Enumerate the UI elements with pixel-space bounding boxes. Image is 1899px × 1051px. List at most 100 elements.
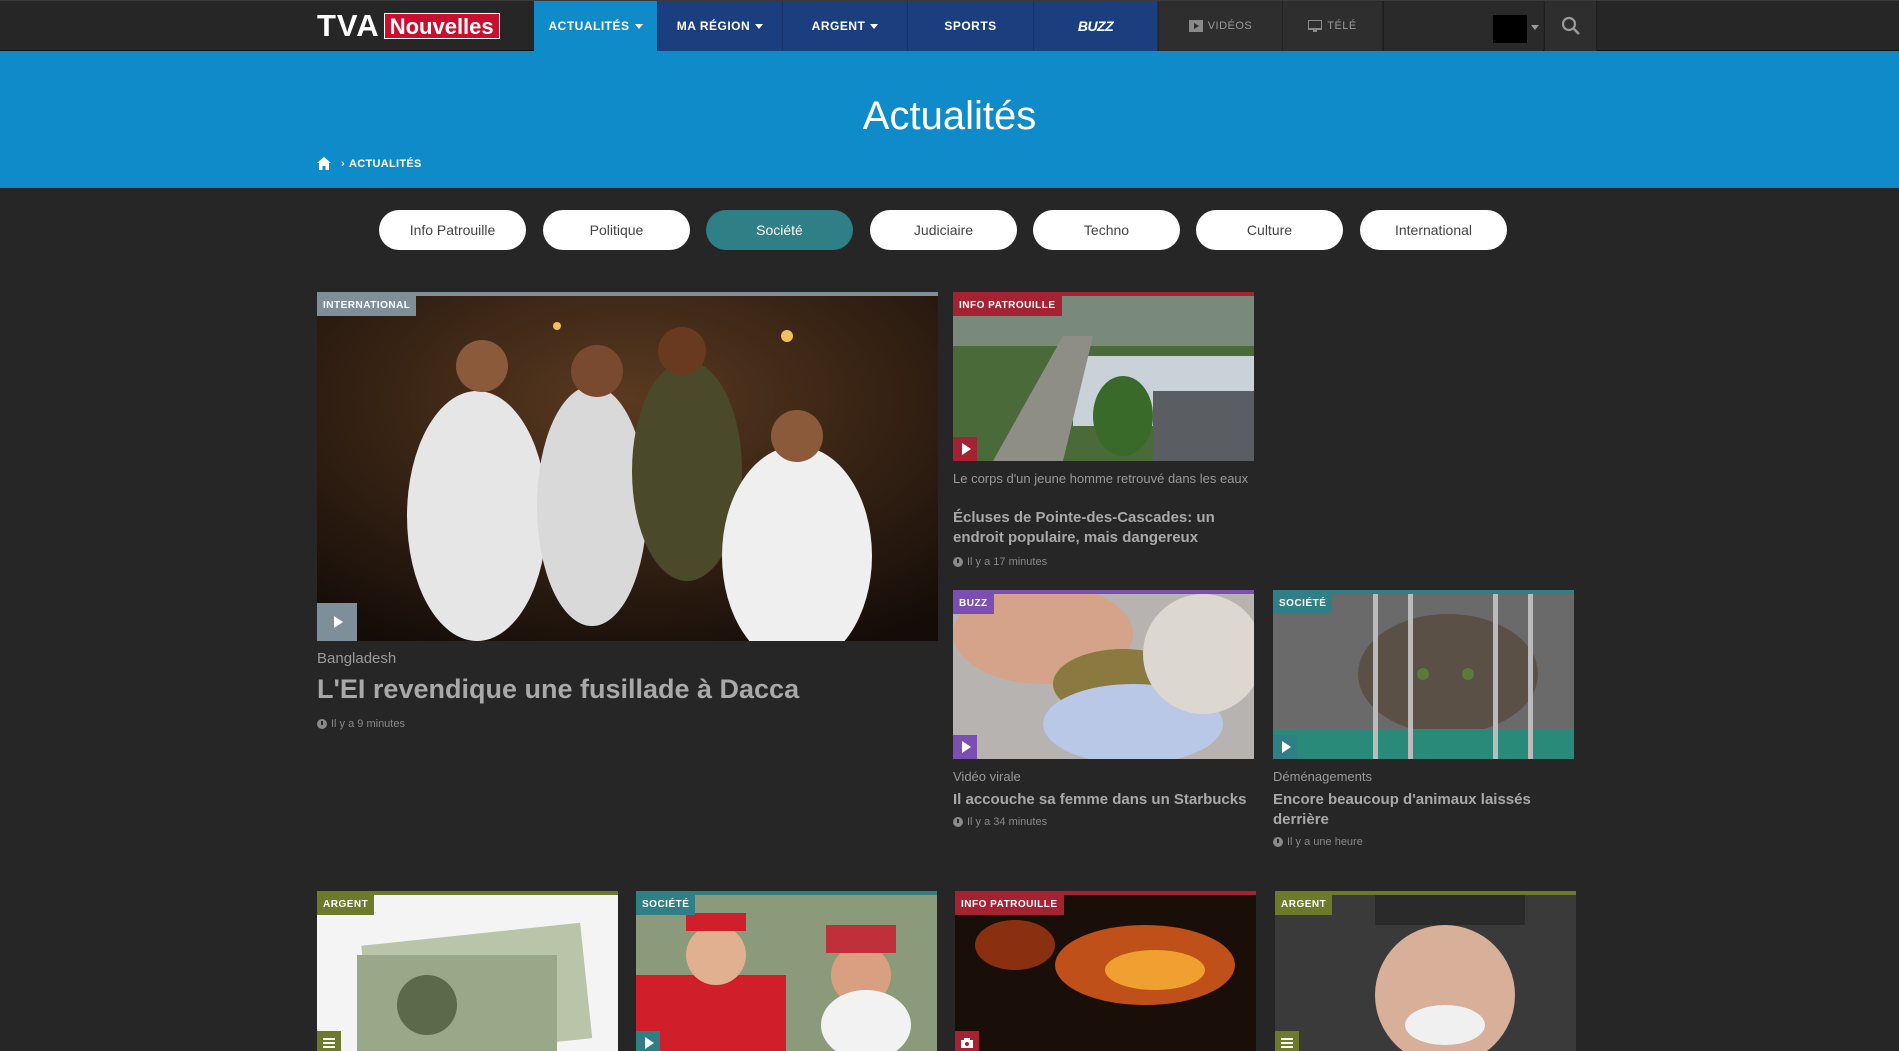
article-time-text: Il y a 9 minutes [331,718,405,730]
category-tag: INTERNATIONAL [317,296,417,316]
article-photo [1273,594,1574,759]
article-image[interactable]: INFO PATROUILLE [953,292,1254,461]
category-tag: ARGENT [317,895,375,915]
nav-tele-label: TÉLÉ [1327,20,1357,32]
category-tag: INFO PATROUILLE [955,895,1064,915]
home-icon[interactable] [317,157,331,170]
article-photo [953,296,1254,461]
search-icon [1561,16,1580,35]
category-international[interactable]: International [1360,210,1507,250]
category-tag: SOCIÉTÉ [1273,594,1333,614]
top-navigation: TVA Nouvelles ACTUALITÉS MA RÉGION ARGEN… [0,0,1899,51]
article-title[interactable]: Il accouche sa femme dans un Starbucks [953,790,1254,810]
article-time-text: Il y a 34 minutes [967,816,1048,828]
play-icon[interactable] [1273,735,1297,759]
list-icon [1281,1038,1293,1048]
nav-argent[interactable]: ARGENT [783,1,908,51]
article-time-text: Il y a une heure [1287,836,1363,848]
article-kicker: Le corps d'un jeune homme retrouvé dans … [953,471,1249,486]
article-timestamp: Il y a 9 minutes [317,718,405,730]
text-article-icon[interactable] [317,1031,341,1051]
nav-ma-region[interactable]: MA RÉGION [658,1,783,51]
article-image[interactable]: ARGENT [317,891,618,1051]
nav-ma-region-label: MA RÉGION [676,19,751,33]
breadcrumb: › ACTUALITÉS [317,157,422,170]
play-icon[interactable] [636,1031,660,1051]
article-image[interactable]: INFO PATROUILLE [955,891,1256,1051]
nav-sports-label: SPORTS [944,19,997,33]
article-title[interactable]: L'EI revendique une fusillade à Dacca [317,672,938,706]
article-image[interactable]: ARGENT [1275,891,1576,1051]
tv-icon [1308,20,1323,32]
article-card[interactable]: ARGENT [317,891,618,1051]
article-card[interactable]: ARGENT [1275,891,1576,1051]
breadcrumb-separator: › [341,157,345,170]
category-politique[interactable]: Politique [543,210,690,250]
article-card-main[interactable]: INTERNATIONAL Bangladesh L'EI revendique… [317,292,938,742]
article-kicker: Déménagements [1273,769,1372,784]
nav-sports[interactable]: SPORTS [908,1,1034,51]
article-timestamp: Il y a 34 minutes [953,816,1047,828]
logo-nouvelles: Nouvelles [383,13,500,39]
play-icon[interactable] [953,735,977,759]
article-timestamp: Il y a 17 minutes [953,556,1047,568]
nav-videos[interactable]: VIDÉOS [1159,1,1283,51]
article-card[interactable]: SOCIÉTÉ [636,891,937,1051]
article-card[interactable]: INFO PATROUILLE [955,891,1256,1051]
category-tag: SOCIÉTÉ [636,895,696,915]
category-tag: ARGENT [1275,895,1333,915]
article-title[interactable]: Encore beaucoup d'animaux laissés derriè… [1273,790,1574,830]
text-article-icon[interactable] [1275,1031,1299,1051]
article-image[interactable]: SOCIÉTÉ [636,891,937,1051]
article-image[interactable]: BUZZ [953,590,1254,759]
category-culture[interactable]: Culture [1196,210,1343,250]
category-tag: INFO PATROUILLE [953,296,1062,316]
article-timestamp: Il y a une heure [1273,836,1363,848]
category-info-patrouille[interactable]: Info Patrouille [379,210,526,250]
article-kicker: Vidéo virale [953,769,1021,784]
article-photo [1275,895,1576,1051]
search-button[interactable] [1544,1,1597,51]
camera-icon [961,1038,973,1048]
play-icon [1188,20,1203,32]
article-photo [317,895,618,1051]
clock-icon [953,817,963,827]
article-kicker: Bangladesh [317,650,397,667]
page-title: Actualités [862,94,1037,138]
play-icon[interactable] [953,437,977,461]
photo-gallery-icon[interactable] [955,1031,979,1051]
article-time-text: Il y a 17 minutes [967,556,1048,568]
logo-tva: TVA [317,8,380,43]
article-photo [317,296,938,641]
clock-icon [953,557,963,567]
article-title[interactable]: Écluses de Pointe-des-Cascades: un endro… [953,508,1254,548]
play-icon[interactable] [317,603,357,641]
avatar[interactable] [1493,15,1527,43]
category-judiciaire[interactable]: Judiciaire [870,210,1017,250]
nav-videos-label: VIDÉOS [1207,20,1253,32]
nav-actualites-label: ACTUALITÉS [548,19,630,33]
chevron-down-icon [634,23,643,29]
article-card[interactable]: INFO PATROUILLE Le corps d'un jeune homm… [953,292,1254,572]
article-photo [955,895,1256,1051]
chevron-down-icon[interactable] [1531,25,1539,30]
list-icon [323,1038,335,1048]
nav-argent-label: ARGENT [811,19,866,33]
article-photo [636,895,937,1051]
chevron-down-icon [755,23,764,29]
article-image[interactable]: INTERNATIONAL [317,292,938,641]
nav-buzz-label: BUZZ [1077,18,1114,34]
site-logo[interactable]: TVA Nouvelles [317,8,500,43]
article-card[interactable]: SOCIÉTÉ Déménagements Encore beaucoup d'… [1273,590,1574,850]
article-image[interactable]: SOCIÉTÉ [1273,590,1574,759]
nav-buzz[interactable]: BUZZ [1034,1,1158,51]
article-card[interactable]: BUZZ Vidéo virale Il accouche sa femme d… [953,590,1254,840]
chevron-down-icon [870,23,879,29]
nav-actualites[interactable]: ACTUALITÉS [534,1,658,51]
nav-tele[interactable]: TÉLÉ [1283,1,1383,51]
category-techno[interactable]: Techno [1033,210,1180,250]
breadcrumb-current[interactable]: ACTUALITÉS [349,158,422,170]
section-header: Actualités › ACTUALITÉS [0,51,1899,188]
category-societe[interactable]: Société [706,210,853,250]
clock-icon [317,719,327,729]
